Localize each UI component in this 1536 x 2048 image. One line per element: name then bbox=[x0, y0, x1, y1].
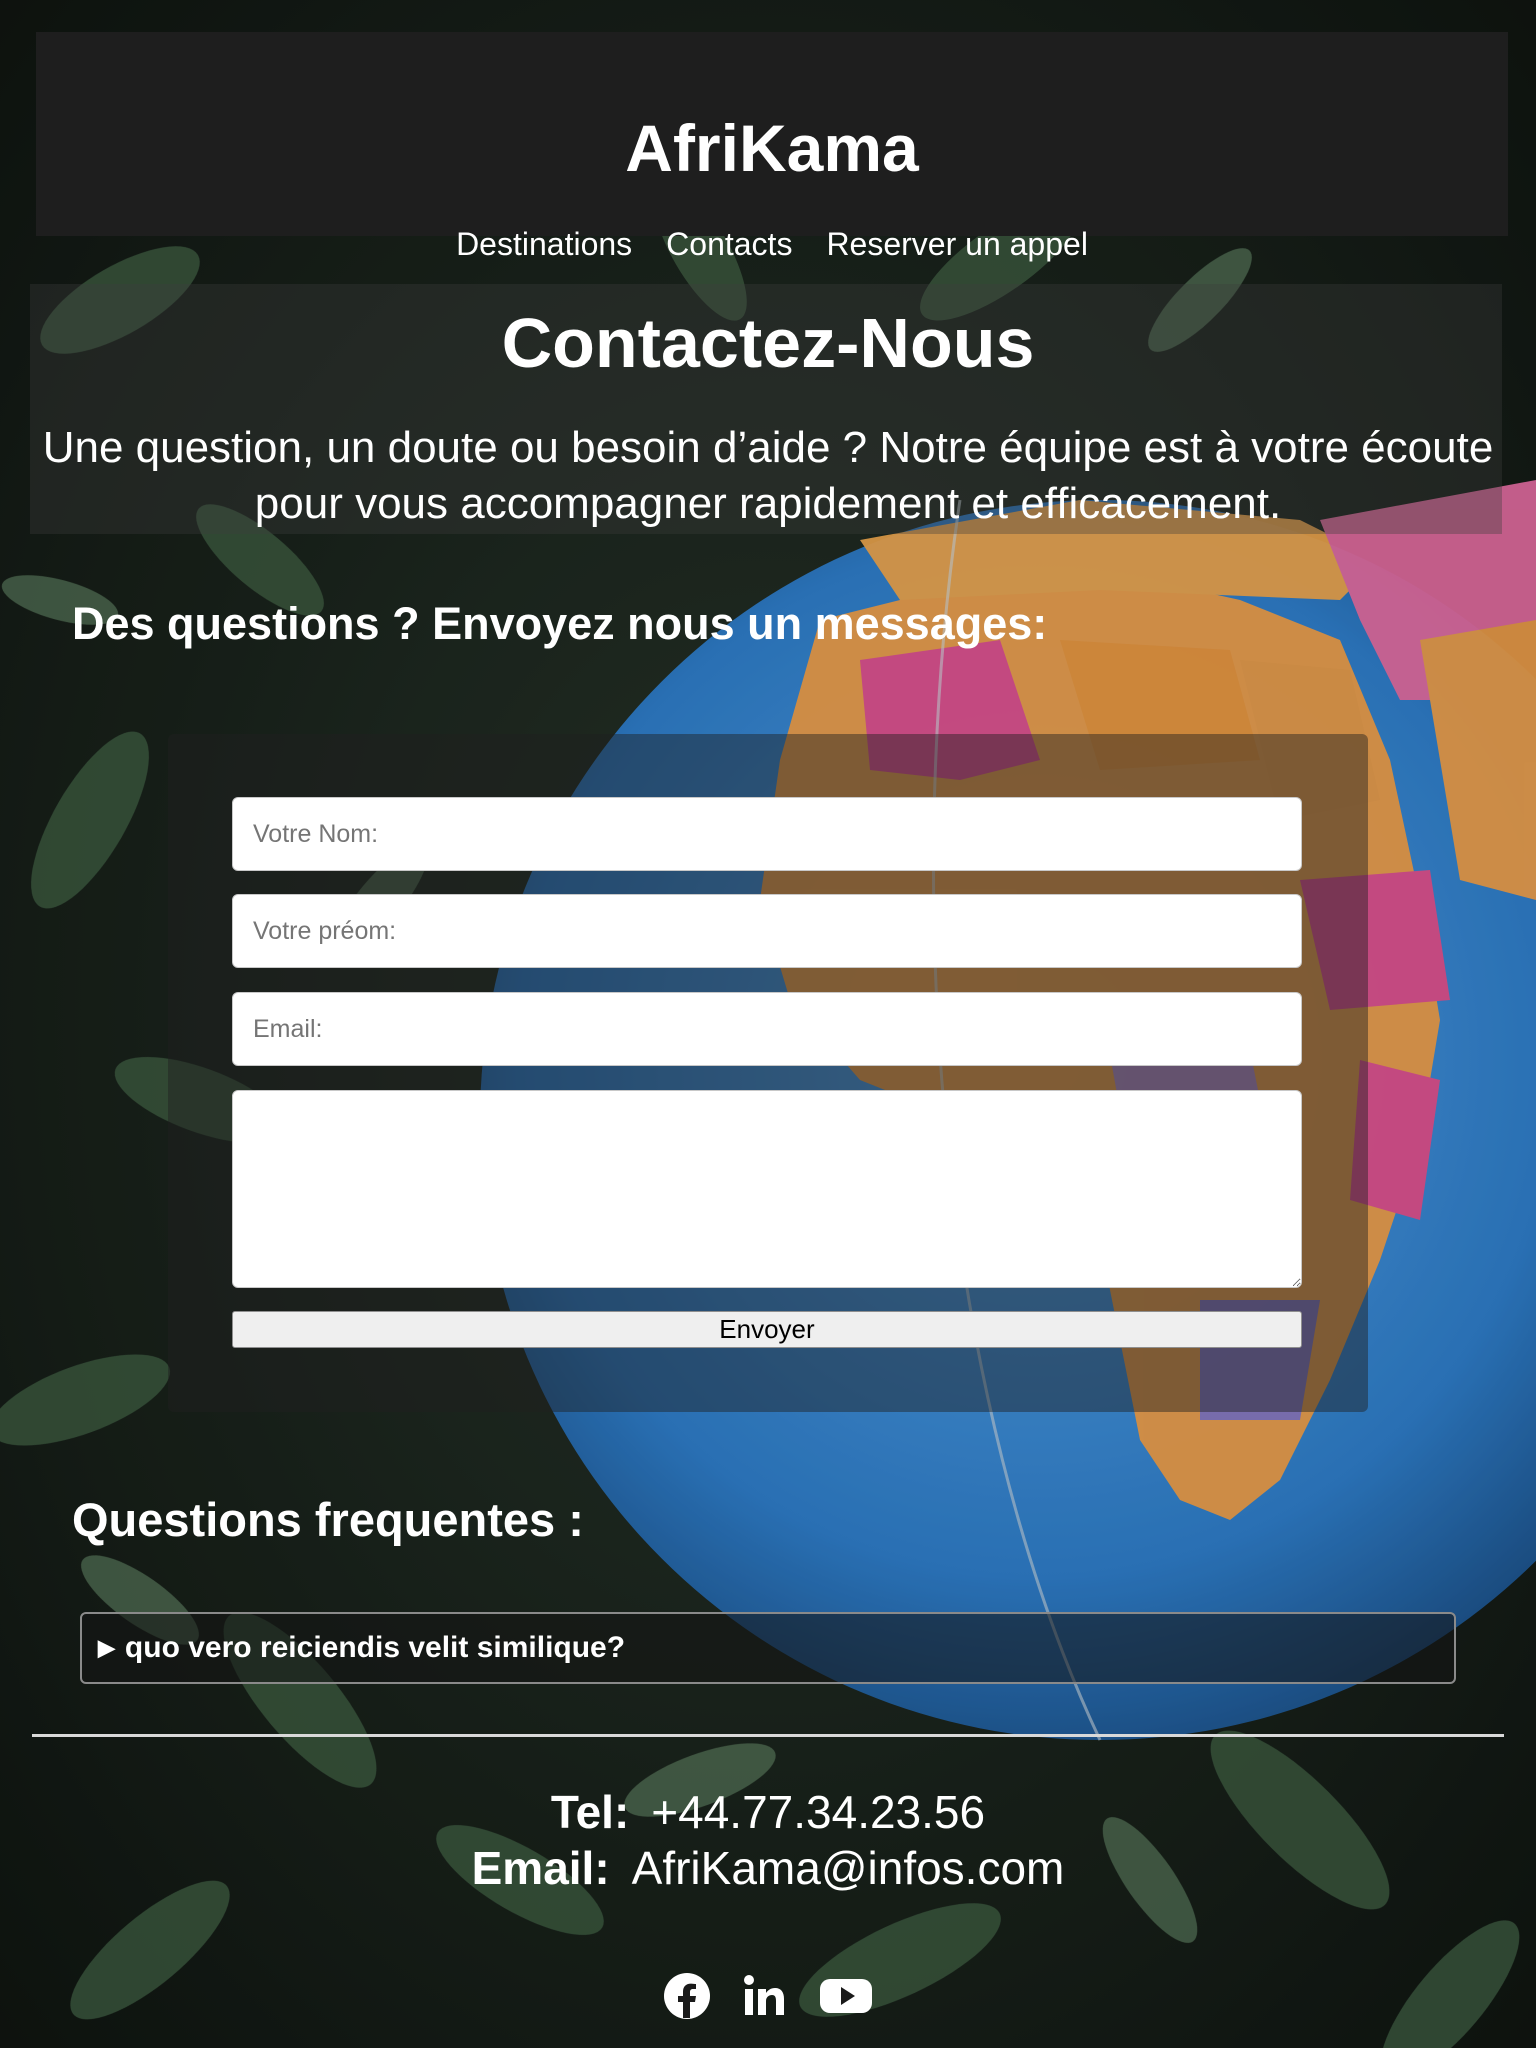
youtube-icon[interactable] bbox=[819, 1972, 873, 2020]
footer-email: Email: AfriKama@infos.com bbox=[0, 1840, 1536, 1896]
faq-item[interactable]: ▶ quo vero reiciendis velit similique? bbox=[80, 1612, 1456, 1684]
brand-logo[interactable]: AfriKama bbox=[36, 108, 1508, 188]
site-header: AfriKama Destinations Contacts Reserver … bbox=[36, 32, 1508, 262]
message-textarea[interactable] bbox=[232, 1090, 1302, 1288]
prenom-input[interactable] bbox=[232, 894, 1302, 968]
footer-divider bbox=[32, 1734, 1504, 1737]
contact-form-heading: Des questions ? Envoyez nous un messages… bbox=[72, 598, 1048, 649]
email-label: Email: bbox=[471, 1842, 610, 1894]
nom-input[interactable] bbox=[232, 797, 1302, 871]
email-input[interactable] bbox=[232, 992, 1302, 1066]
faq-question-toggle[interactable]: ▶ quo vero reiciendis velit similique? bbox=[82, 1614, 1454, 1682]
tel-label: Tel: bbox=[550, 1786, 630, 1838]
tel-value[interactable]: +44.77.34.23.56 bbox=[651, 1786, 985, 1838]
nav-contacts[interactable]: Contacts bbox=[666, 224, 792, 264]
submit-button[interactable]: Envoyer bbox=[232, 1311, 1302, 1348]
nav-destinations[interactable]: Destinations bbox=[456, 224, 632, 264]
nav-reserver-appel[interactable]: Reserver un appel bbox=[826, 224, 1087, 264]
hero-description: Une question, un doute ou besoin d’aide … bbox=[42, 423, 1494, 528]
faq-question-text: quo vero reiciendis velit similique? bbox=[124, 1631, 626, 1664]
email-value[interactable]: AfriKama@infos.com bbox=[632, 1842, 1065, 1894]
faq-heading: Questions frequentes : bbox=[72, 1493, 584, 1546]
footer-tel: Tel: +44.77.34.23.56 bbox=[0, 1784, 1536, 1840]
social-links bbox=[0, 1972, 1536, 2020]
main-nav: Destinations Contacts Reserver un appel bbox=[36, 224, 1508, 264]
disclosure-triangle-icon: ▶ bbox=[98, 1635, 115, 1660]
linkedin-icon[interactable] bbox=[741, 1972, 789, 2020]
facebook-icon[interactable] bbox=[663, 1972, 711, 2020]
page-title: Contactez-Nous bbox=[501, 304, 1035, 382]
